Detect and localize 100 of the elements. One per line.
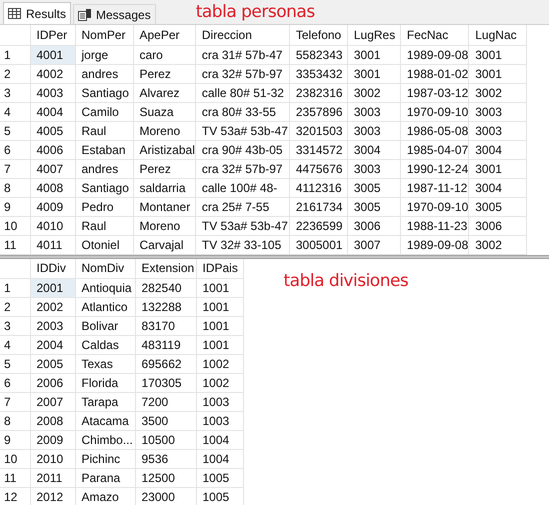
table-cell-text: 132288 — [140, 300, 182, 314]
table-cell-text: 3003 — [474, 124, 502, 138]
table-cell-text: 2382316 — [294, 86, 343, 100]
table-cell-text: 2012 — [36, 490, 64, 504]
table-cell-text: 4004 — [36, 104, 64, 118]
table-cell-text: 1988-01-02 — [406, 66, 468, 80]
table-cell-text: 3006 — [474, 218, 502, 232]
table-cell-text: 3005 — [474, 200, 502, 214]
table-cell-text: andres — [80, 162, 118, 176]
grid-icon — [8, 8, 21, 19]
table-cell-text: 4011 — [36, 238, 62, 252]
table-cell-text: Parana — [80, 471, 120, 485]
table-cell-text: 2003 — [36, 319, 64, 333]
row-number: 11 — [4, 471, 16, 485]
table-cell-text: 1001 — [202, 338, 230, 352]
table-cell-text: Otoniel — [80, 238, 120, 252]
table-cell-text: 2008 — [36, 414, 64, 428]
row-number: 8 — [4, 180, 11, 194]
table-cell-text: saldarria — [138, 180, 186, 194]
table-cell-text: 1988-11-23 — [406, 218, 468, 232]
table-cell-text: 1986-05-08 — [406, 124, 468, 138]
table-cell-text: 282540 — [140, 281, 182, 295]
table-cell-text: 3004 — [474, 180, 502, 194]
row-number: 9 — [4, 200, 11, 214]
table-cell-text: 3006 — [352, 218, 381, 232]
table-cell-text: Carvajal — [138, 238, 184, 252]
table-cell-text: 1005 — [202, 471, 230, 485]
table-cell-text: 2005 — [36, 357, 64, 371]
table-cell-text: caro — [138, 48, 163, 62]
table-cell-text: Atlantico — [80, 300, 128, 314]
table-cell-text: 3500 — [140, 414, 168, 428]
row-number: 12 — [4, 490, 18, 504]
table-cell-text: 3001 — [352, 48, 381, 62]
table-cell-text: 3007 — [352, 238, 381, 252]
row-number: 5 — [4, 124, 11, 138]
table-cell-text: 3004 — [474, 142, 502, 156]
table-cell-text: 1987-11-12 — [406, 180, 468, 194]
table-cell-text: 3003 — [352, 104, 381, 118]
document-icon — [78, 8, 92, 20]
table-cell-text: 4112316 — [294, 180, 342, 194]
table-cell-text: 3002 — [352, 86, 381, 100]
table-cell-text: 4010 — [36, 218, 64, 232]
row-number: 2 — [4, 300, 11, 314]
table-cell-text: 1989-09-08 — [406, 48, 468, 62]
table-cell-text: 3003 — [352, 124, 381, 138]
table-cell-text: 23000 — [140, 490, 175, 504]
row-number: 6 — [4, 376, 11, 390]
table-cell-text: andres — [80, 66, 118, 80]
table-cell-text: 695662 — [140, 357, 182, 371]
table-cell-text: 1001 — [202, 319, 230, 333]
table-cell-text: 3001 — [474, 162, 502, 176]
table-cell-text: Antioquia — [80, 281, 132, 295]
row-number: 8 — [4, 414, 11, 428]
row-number: 3 — [4, 319, 11, 333]
table-cell-text: 1001 — [202, 300, 230, 314]
table-cell-text: 3001 — [352, 66, 381, 80]
table-cell-text: Caldas — [80, 338, 119, 352]
table-cell-text: 5582343 — [294, 48, 343, 62]
row-number: 4 — [4, 104, 11, 118]
table-cell-text: 1002 — [202, 376, 230, 390]
table-cell-text: 2357896 — [294, 104, 343, 118]
table-cell-text: 1003 — [202, 395, 230, 409]
table-cell-text: Atacama — [80, 414, 129, 428]
table-cell-text: TV 53a# 53b-47 — [200, 218, 288, 232]
table-cell-text: 2001 — [36, 281, 64, 295]
table-cell-text: cra 32# 57b-97 — [200, 162, 283, 176]
table-cell-text: 3002 — [474, 238, 502, 252]
table-cell-text: 3003 — [352, 162, 381, 176]
table-cell-text: 3005 — [352, 180, 381, 194]
row-number: 1 — [4, 48, 11, 62]
table-cell-text: 3314572 — [294, 142, 343, 156]
tab[interactable]: Results — [3, 2, 72, 24]
table-cell-text: 2007 — [36, 395, 64, 409]
row-number: 9 — [4, 433, 11, 447]
table-cell-text: 3004 — [352, 142, 381, 156]
table-cell-text: 1004 — [202, 433, 230, 447]
annotation-text: tabla divisiones — [284, 272, 408, 290]
table-cell-text: Perez — [138, 66, 171, 80]
table-cell-text: cra 90# 43b-05 — [200, 142, 283, 156]
table-cell-text: 2004 — [36, 338, 64, 352]
row-number: 10 — [4, 218, 18, 232]
table-cell-text: Amazo — [80, 490, 119, 504]
table-cell-text: Moreno — [138, 218, 180, 232]
table-cell-text: 83170 — [140, 319, 175, 333]
table-cell-text: TV 53a# 53b-47 — [200, 124, 288, 138]
tab[interactable]: Messages — [73, 4, 156, 24]
table-cell-text: 1002 — [202, 357, 230, 371]
row-number: 2 — [4, 66, 11, 80]
table-cell-text: 4007 — [36, 162, 64, 176]
row-number: 5 — [4, 357, 11, 371]
annotation-text: tabla personas — [196, 4, 315, 20]
table-cell-text: 2006 — [36, 376, 64, 390]
row-number: 7 — [4, 395, 11, 409]
table-cell-text: 4475676 — [294, 162, 343, 176]
table-cell-text: Tarapa — [80, 395, 118, 409]
table-cell-text: 7200 — [140, 395, 168, 409]
table-cell-text: 4001 — [36, 48, 64, 62]
table-cell-text: 3005001 — [294, 238, 343, 252]
row-number: 4 — [4, 338, 11, 352]
table-cell-text: Santiago — [80, 180, 129, 194]
